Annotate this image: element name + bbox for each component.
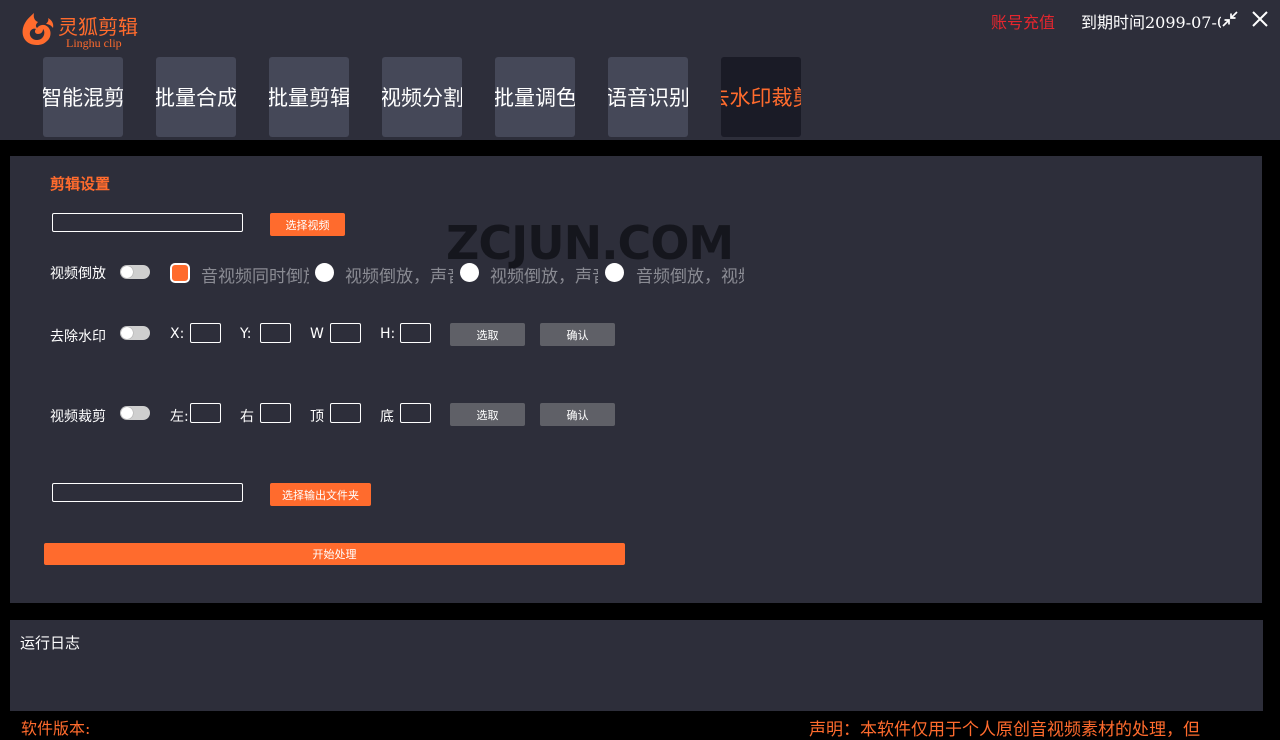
watermark-h-label: H:: [380, 326, 396, 342]
crop-pick-button[interactable]: 选取: [450, 403, 525, 426]
reverse-label: 视频倒放: [50, 266, 106, 282]
reverse-option-2-label: 视频倒放，声音正常: [345, 267, 453, 287]
reverse-option-1-label: 音视频同时倒放: [201, 267, 309, 287]
crop-left-label: 左:: [170, 409, 189, 425]
crop-right-label: 右: [240, 409, 254, 425]
close-icon[interactable]: [1250, 9, 1270, 29]
tab-batch-compose[interactable]: 批量合成: [156, 57, 236, 137]
tab-video-split[interactable]: 视频分割: [382, 57, 462, 137]
reverse-option-1-checkbox[interactable]: [170, 263, 190, 283]
watermark-y-label: Y:: [240, 326, 252, 342]
app-logo: 灵狐剪辑 Linghu clip: [18, 8, 158, 52]
crop-confirm-button[interactable]: 确认: [540, 403, 615, 426]
software-version: 软件版本:: [21, 719, 91, 738]
crop-bottom-label: 底: [380, 409, 394, 425]
output-path-input[interactable]: [52, 483, 243, 502]
crop-right-input[interactable]: [260, 403, 291, 423]
section-title: 剪辑设置: [50, 175, 111, 193]
select-output-folder-button[interactable]: 选择输出文件夹: [270, 483, 371, 506]
logo-text-en: Linghu clip: [66, 36, 122, 50]
watermark-y-input[interactable]: [260, 323, 291, 343]
watermark-confirm-button[interactable]: 确认: [540, 323, 615, 346]
tab-speech-recognition[interactable]: 语音识别: [608, 57, 688, 137]
tab-smart-mix[interactable]: 智能混剪: [43, 57, 123, 137]
crop-bottom-input[interactable]: [400, 403, 431, 423]
site-watermark: ZCJUN.COM: [446, 216, 734, 270]
crop-left-input[interactable]: [190, 403, 221, 423]
video-path-input[interactable]: [52, 213, 243, 232]
reverse-toggle[interactable]: [120, 265, 150, 279]
tab-watermark-crop[interactable]: 去水印裁剪: [721, 57, 801, 137]
start-processing-button[interactable]: 开始处理: [44, 543, 625, 565]
watermark-w-input[interactable]: [330, 323, 361, 343]
crop-top-label: 顶: [310, 409, 324, 425]
tab-batch-color[interactable]: 批量调色: [495, 57, 575, 137]
watermark-label: 去除水印: [50, 329, 106, 345]
disclaimer-notice: 声明：本软件仅用于个人原创音视频素材的处理，但: [809, 720, 1200, 740]
reverse-option-2-radio[interactable]: [315, 263, 334, 282]
log-title: 运行日志: [20, 634, 81, 652]
watermark-x-label: X:: [170, 326, 185, 342]
tab-batch-edit[interactable]: 批量剪辑: [269, 57, 349, 137]
title-bar: 灵狐剪辑 Linghu clip 账号充值 到期时间2099-07-0 智能混剪…: [0, 0, 1280, 140]
watermark-w-label: W: [310, 326, 324, 342]
watermark-x-input[interactable]: [190, 323, 221, 343]
expiry-date: 到期时间2099-07-0: [1081, 13, 1221, 32]
watermark-h-input[interactable]: [400, 323, 431, 343]
recharge-link[interactable]: 账号充值: [991, 9, 1055, 33]
select-video-button[interactable]: 选择视频: [270, 213, 345, 236]
crop-label: 视频裁剪: [50, 409, 106, 425]
watermark-toggle[interactable]: [120, 326, 150, 340]
watermark-pick-button[interactable]: 选取: [450, 323, 525, 346]
fox-logo-icon: [22, 13, 54, 45]
crop-top-input[interactable]: [330, 403, 361, 423]
crop-toggle[interactable]: [120, 406, 150, 420]
shrink-icon[interactable]: [1220, 9, 1240, 29]
log-panel: 运行日志: [10, 620, 1263, 711]
